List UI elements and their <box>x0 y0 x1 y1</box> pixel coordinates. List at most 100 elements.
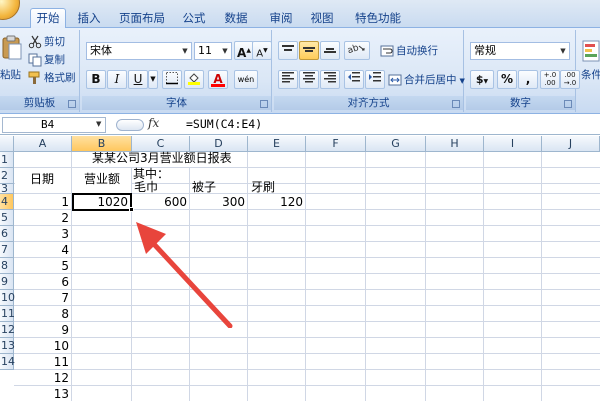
conditional-format-button[interactable]: 条件 <box>581 66 600 84</box>
row-header-13[interactable]: 13 <box>0 338 15 354</box>
row-header-14[interactable]: 14 <box>0 354 15 370</box>
align-middle-button[interactable] <box>299 41 319 60</box>
column-header-g[interactable]: G <box>366 136 426 152</box>
chevron-down-icon[interactable]: ▼ <box>557 43 569 59</box>
row-header-12[interactable]: 12 <box>0 322 15 338</box>
row-header-6[interactable]: 6 <box>0 226 14 242</box>
formula-input[interactable]: =SUM(C4:E4) <box>186 117 262 132</box>
tab-page-layout[interactable]: 页面布局 <box>114 9 170 28</box>
decrease-indent-button[interactable] <box>344 70 364 89</box>
align-left-button[interactable] <box>278 70 298 89</box>
phonetic-button[interactable]: wén <box>234 70 258 89</box>
cell-a6[interactable]: 3 <box>14 227 69 242</box>
cut-button[interactable]: 剪切 <box>28 33 65 51</box>
cell-a7[interactable]: 4 <box>14 243 69 258</box>
format-painter-button[interactable]: 格式刷 <box>28 69 76 87</box>
column-header-h[interactable]: H <box>426 136 484 152</box>
row-header-11[interactable]: 11 <box>0 306 15 322</box>
column-header-e[interactable]: E <box>248 136 306 152</box>
cell-a8[interactable]: 5 <box>14 259 69 274</box>
italic-button[interactable]: I <box>107 70 127 89</box>
chevron-down-icon[interactable]: ▼ <box>148 70 158 89</box>
shrink-font-button[interactable]: A▼ <box>252 41 272 60</box>
clipboard-launcher-icon[interactable] <box>68 100 76 108</box>
chevron-down-icon[interactable]: ▼ <box>179 43 191 59</box>
row-header-10[interactable]: 10 <box>0 290 15 306</box>
cell-a11[interactable]: 8 <box>14 307 69 322</box>
cell-a14[interactable]: 11 <box>14 355 69 370</box>
row-header-8[interactable]: 8 <box>0 258 14 274</box>
cell-d4[interactable]: 300 <box>190 195 245 210</box>
cell-towel[interactable]: 毛巾 <box>134 180 158 195</box>
cell-a12[interactable]: 9 <box>14 323 69 338</box>
font-color-button[interactable]: A <box>208 70 228 89</box>
tab-review[interactable]: 审阅 <box>264 9 298 28</box>
font-launcher-icon[interactable] <box>260 100 268 108</box>
cell-e4[interactable]: 120 <box>248 195 303 210</box>
tab-data[interactable]: 数据 <box>220 9 252 28</box>
decrease-decimal-button[interactable]: .00 →.0 <box>560 70 580 89</box>
tab-insert[interactable]: 插入 <box>72 9 106 28</box>
row-header-5[interactable]: 5 <box>0 210 14 226</box>
chevron-down-icon[interactable]: ▼ <box>460 77 465 85</box>
column-header-c[interactable]: C <box>132 136 190 152</box>
number-format-combo[interactable]: 常规 ▼ <box>470 42 570 60</box>
increase-indent-button[interactable] <box>365 70 385 89</box>
cell-a15[interactable]: 12 <box>14 371 69 386</box>
tab-view[interactable]: 视图 <box>306 9 338 28</box>
select-all-corner[interactable] <box>0 136 14 152</box>
currency-button[interactable]: $▼ <box>470 70 494 89</box>
cell-a4[interactable]: 1 <box>14 195 69 210</box>
row-header-1[interactable]: 1 <box>0 152 14 168</box>
cell-date-header[interactable]: 日期 <box>30 172 54 187</box>
borders-button[interactable] <box>162 70 182 89</box>
tab-home[interactable]: 开始 <box>30 8 66 29</box>
copy-button[interactable]: 复制 <box>28 51 65 69</box>
column-header-d[interactable]: D <box>190 136 248 152</box>
office-button[interactable] <box>0 0 20 20</box>
chevron-down-icon[interactable]: ▼ <box>96 120 101 128</box>
row-header-9[interactable]: 9 <box>0 274 14 290</box>
chevron-down-icon[interactable]: ▼ <box>484 78 489 85</box>
column-header-i[interactable]: I <box>484 136 542 152</box>
row-header-3[interactable]: 3 <box>0 183 14 194</box>
column-header-f[interactable]: F <box>306 136 366 152</box>
increase-decimal-button[interactable]: +.0 .00 <box>540 70 560 89</box>
orientation-button[interactable]: ab <box>344 41 370 60</box>
wrap-text-button[interactable]: 自动换行 <box>380 42 438 60</box>
formula-bar-splitter[interactable] <box>116 119 144 131</box>
chevron-down-icon[interactable]: ▼ <box>219 43 231 59</box>
insert-function-icon[interactable]: fx <box>148 116 159 130</box>
underline-button[interactable]: U <box>128 70 148 89</box>
align-bottom-button[interactable] <box>320 41 340 60</box>
cell-title[interactable]: 某某公司3月营业额日报表 <box>92 151 232 166</box>
worksheet-grid[interactable]: A B C D E F G H I J 1 2 3 4 5 6 7 8 9 10… <box>0 136 600 401</box>
conditional-format-icon[interactable] <box>582 40 600 64</box>
cell-revenue-header[interactable]: 营业额 <box>84 172 120 187</box>
alignment-launcher-icon[interactable] <box>452 100 460 108</box>
cell-a13[interactable]: 10 <box>14 339 69 354</box>
column-header-b[interactable]: B <box>72 136 132 152</box>
column-header-a[interactable]: A <box>14 136 72 152</box>
merge-center-button[interactable]: 合并后居中 ▼ <box>388 71 465 89</box>
font-name-combo[interactable]: 宋体 ▼ <box>86 42 192 60</box>
fill-handle[interactable] <box>129 207 134 212</box>
cell-c4[interactable]: 600 <box>132 195 187 210</box>
cell-quilt[interactable]: 被子 <box>192 180 216 195</box>
cell-a10[interactable]: 7 <box>14 291 69 306</box>
cell-toothbrush[interactable]: 牙刷 <box>251 180 275 195</box>
number-launcher-icon[interactable] <box>564 100 572 108</box>
bold-button[interactable]: B <box>86 70 106 89</box>
row-header-4[interactable]: 4 <box>0 194 14 210</box>
cell-a16[interactable]: 13 <box>14 387 69 401</box>
fill-color-button[interactable] <box>184 70 204 89</box>
tab-special-features[interactable]: 特色功能 <box>350 9 406 28</box>
comma-button[interactable]: , <box>518 70 538 89</box>
cell-a5[interactable]: 2 <box>14 211 69 226</box>
paste-icon[interactable] <box>2 34 22 62</box>
tab-formulas[interactable]: 公式 <box>178 9 210 28</box>
align-right-button[interactable] <box>320 70 340 89</box>
row-header-7[interactable]: 7 <box>0 242 14 258</box>
align-top-button[interactable] <box>278 41 298 60</box>
percent-button[interactable]: % <box>497 70 517 89</box>
